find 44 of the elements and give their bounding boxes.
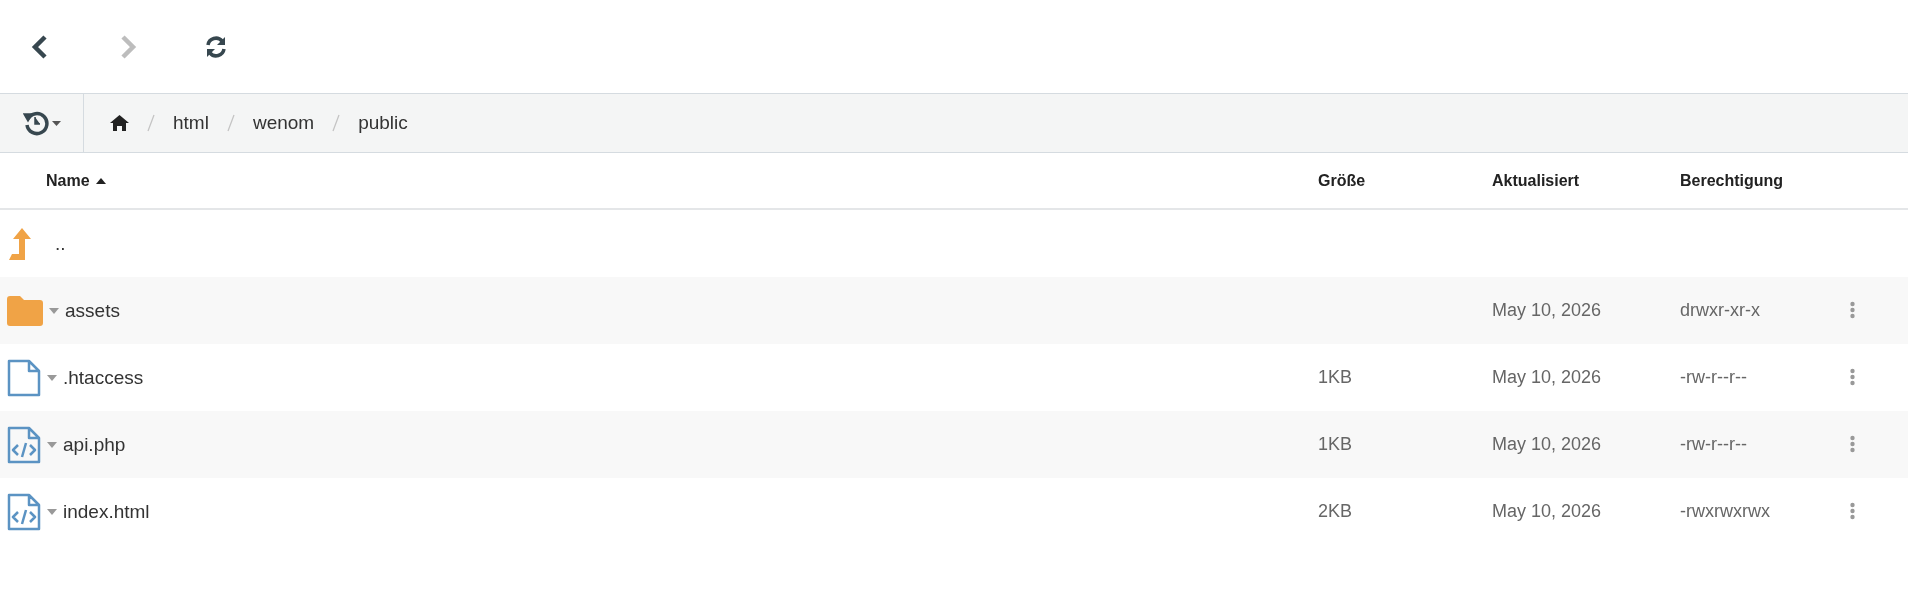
file-size: 2KB bbox=[1318, 501, 1353, 521]
slash-separator-icon bbox=[147, 114, 155, 132]
file-name: .. bbox=[55, 232, 66, 255]
slash-separator-icon bbox=[332, 114, 341, 132]
column-header[interactable]: Aktualisiert bbox=[1492, 171, 1680, 190]
chevron-left-icon[interactable] bbox=[31, 34, 49, 59]
more-menu-icon[interactable] bbox=[1848, 300, 1856, 321]
breadcrumb-link[interactable]: html bbox=[173, 112, 209, 134]
column-header[interactable]: Name bbox=[0, 171, 1318, 190]
modified-date: May 10, 2026 bbox=[1492, 434, 1602, 454]
caret-icon[interactable] bbox=[51, 120, 61, 126]
file-size: 1KB bbox=[1318, 367, 1353, 387]
file-name: assets bbox=[65, 299, 120, 322]
up-arrow-icon bbox=[7, 227, 33, 260]
code-file-icon bbox=[7, 425, 41, 464]
permissions: -rw-r--r-- bbox=[1680, 434, 1747, 454]
modified-date: May 10, 2026 bbox=[1492, 300, 1602, 320]
modified-date: May 10, 2026 bbox=[1492, 367, 1602, 387]
file-row[interactable]: api.php 1KB May 10, 2026 -rw-r--r-- bbox=[0, 411, 1908, 478]
slash-separator-icon bbox=[226, 114, 235, 132]
file-size: 1KB bbox=[1318, 434, 1353, 454]
more-menu-icon[interactable] bbox=[1848, 501, 1856, 522]
column-header[interactable]: Berechtigung bbox=[1680, 171, 1848, 190]
breadcrumb-link[interactable]: public bbox=[358, 112, 408, 134]
code-file-icon bbox=[7, 492, 41, 531]
permissions: -rwxrwxrwx bbox=[1680, 501, 1770, 521]
more-menu-icon[interactable] bbox=[1848, 367, 1856, 388]
more-menu-icon[interactable] bbox=[1848, 434, 1856, 455]
home-icon[interactable] bbox=[110, 115, 129, 131]
permissions: drwxr-xr-x bbox=[1680, 300, 1760, 320]
caret-icon[interactable] bbox=[47, 508, 57, 515]
file-name: .htaccess bbox=[63, 366, 144, 389]
modified-date: May 10, 2026 bbox=[1492, 501, 1602, 521]
file-row[interactable]: assets May 10, 2026 drwxr-xr-x bbox=[0, 277, 1908, 344]
refresh-icon[interactable] bbox=[204, 34, 228, 59]
history-icon[interactable] bbox=[22, 110, 49, 136]
file-name: index.html bbox=[63, 500, 150, 523]
permissions: -rw-r--r-- bbox=[1680, 367, 1747, 387]
breadcrumb-link[interactable]: wenom bbox=[252, 112, 315, 134]
column-header[interactable]: Größe bbox=[1318, 171, 1492, 190]
folder-icon bbox=[7, 295, 43, 326]
caret-icon[interactable] bbox=[47, 374, 57, 381]
file-name: api.php bbox=[63, 433, 126, 456]
file-icon bbox=[7, 358, 41, 397]
